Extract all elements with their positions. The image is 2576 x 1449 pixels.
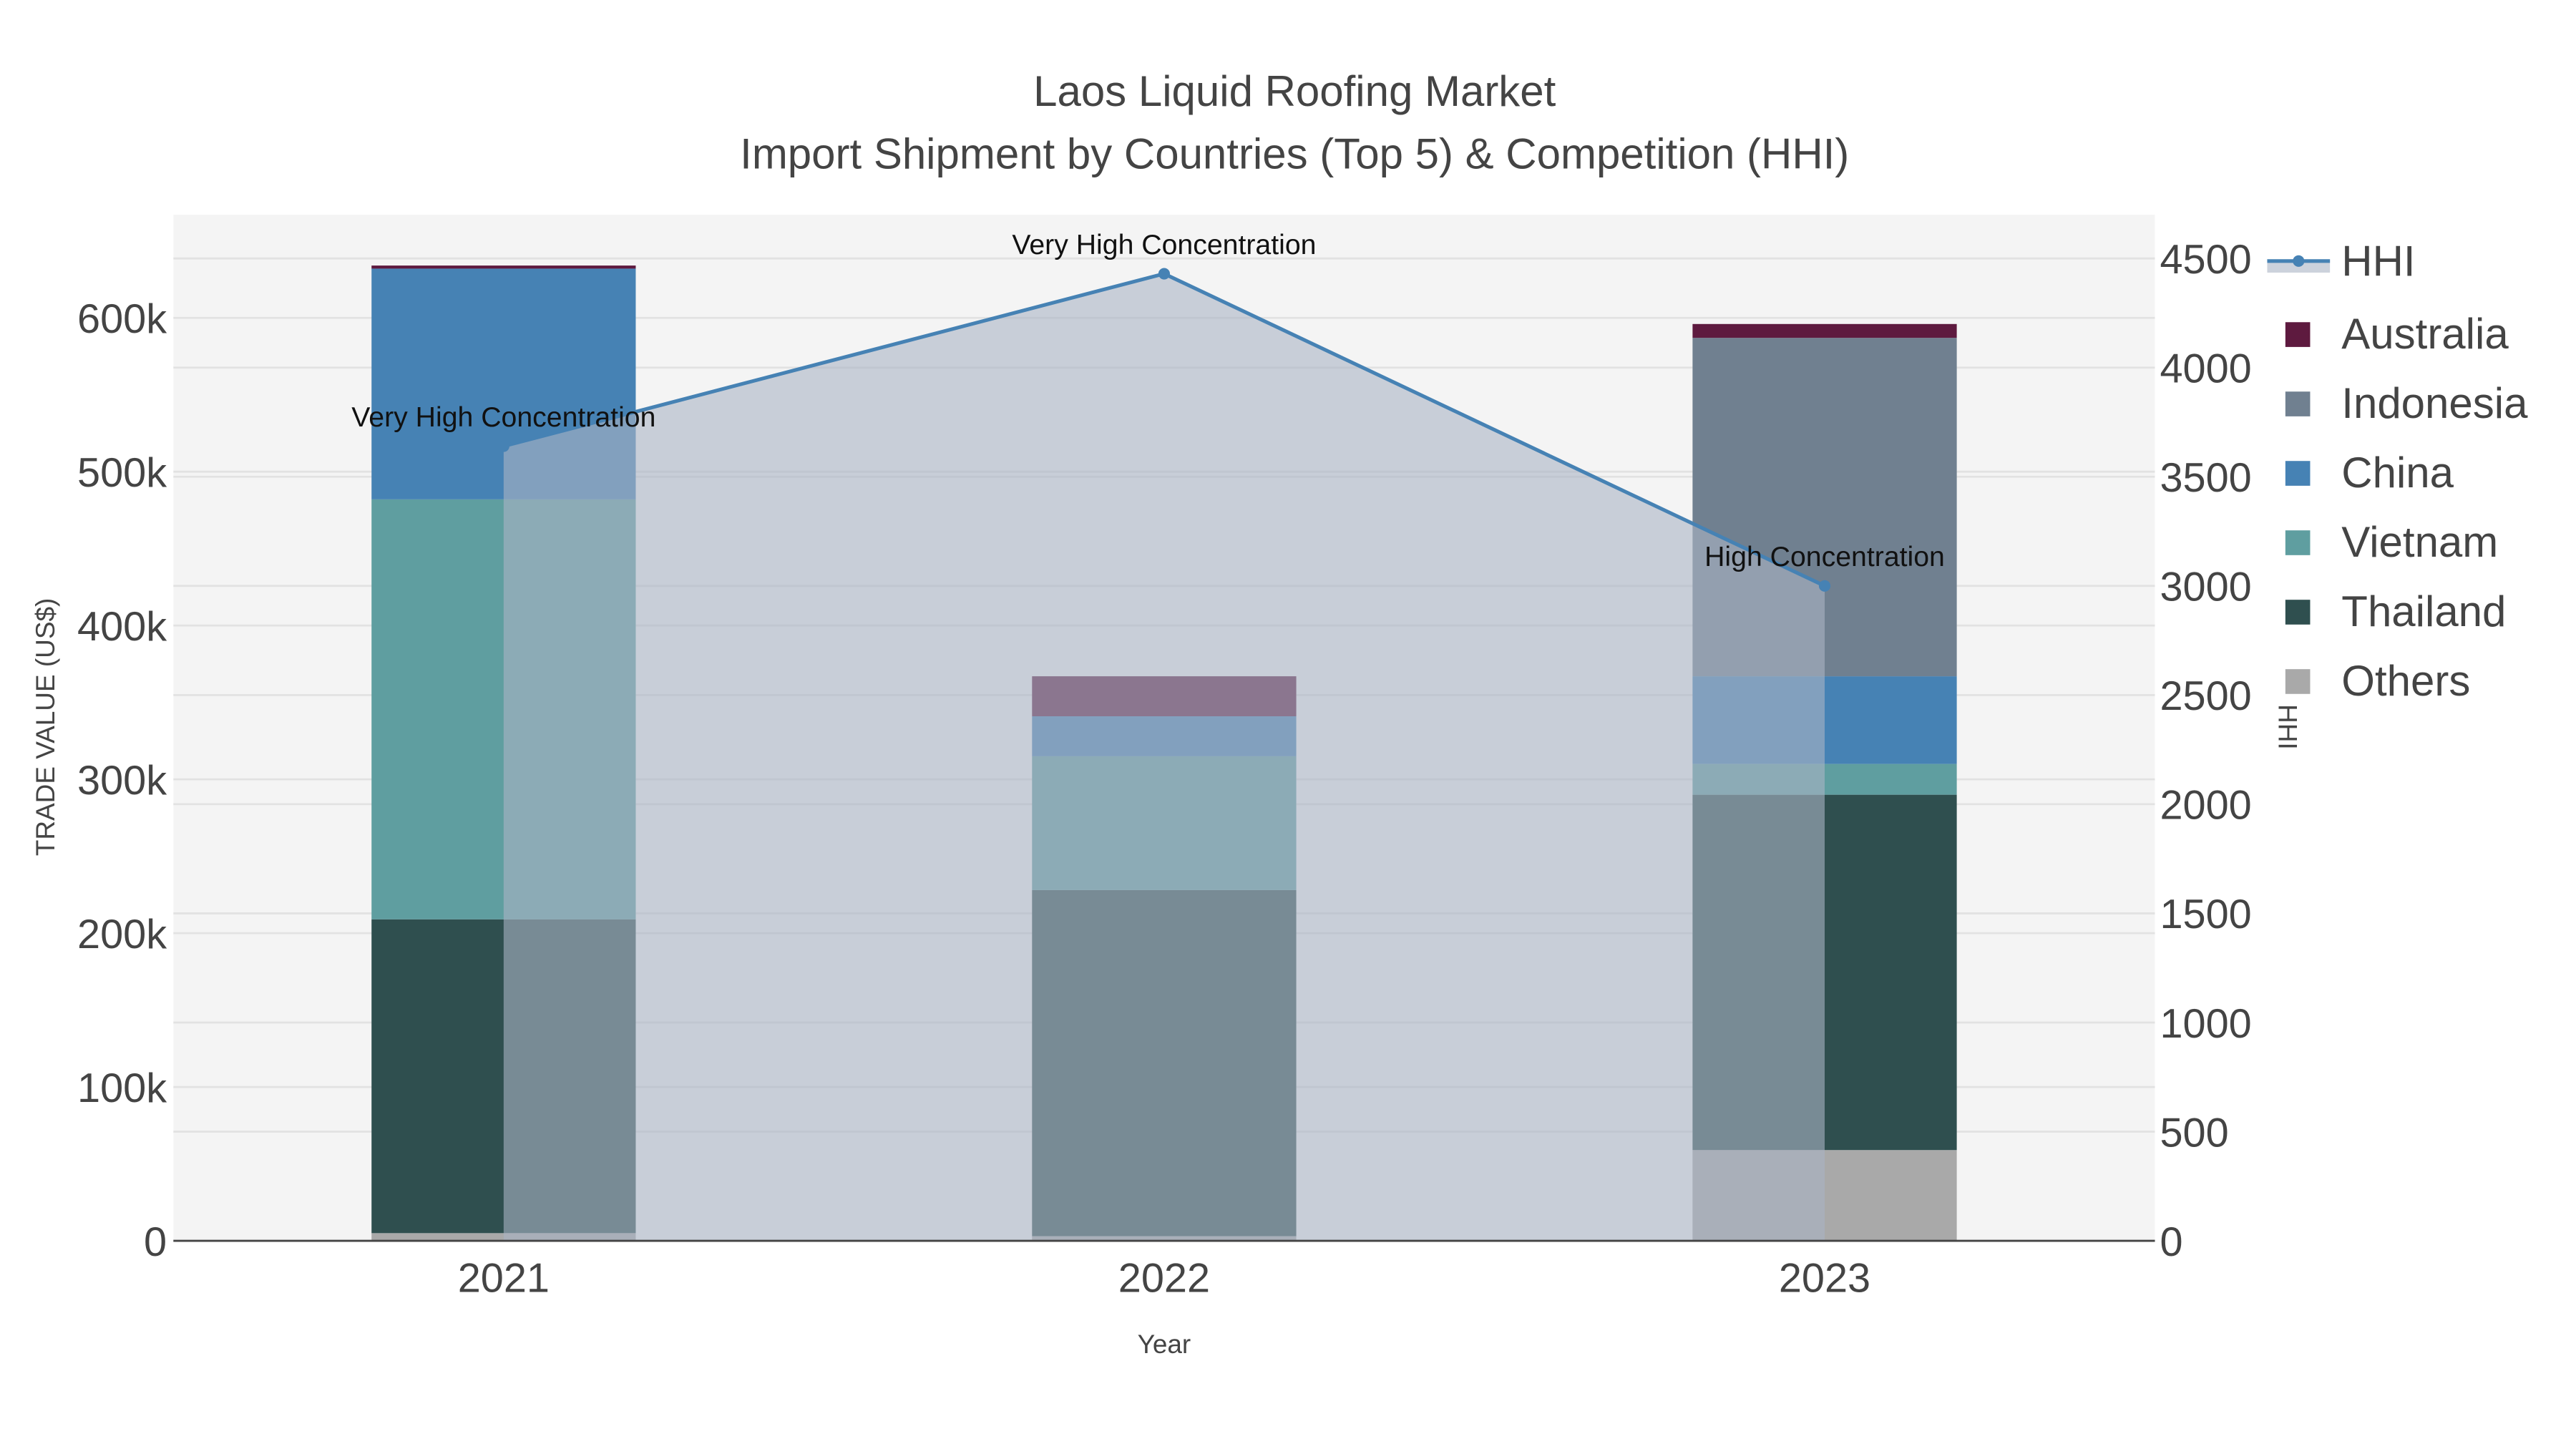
legend-swatch-indonesia xyxy=(2285,391,2311,416)
legend-label-hhi: HHI xyxy=(2341,238,2415,286)
x-tick-label: 2022 xyxy=(1118,1256,1210,1302)
y2-tick-label: 3000 xyxy=(2160,565,2251,610)
y-tick-label: 100k xyxy=(77,1065,167,1111)
y-tick-label: 400k xyxy=(77,604,167,650)
chart: Very High Concentration Very High Concent… xyxy=(31,67,2528,1359)
chart-title-line2: Import Shipment by Countries (Top 5) & C… xyxy=(740,130,1849,178)
legend-label-others: Others xyxy=(2341,657,2470,705)
legend: HHI Australia Indonesia China Vietnam Thailan… xyxy=(2267,238,2528,705)
hhi-point xyxy=(1818,580,1831,592)
y2-tick-label: 1000 xyxy=(2160,1001,2251,1047)
x-axis-title: Year xyxy=(1138,1330,1191,1359)
chart-title-line1: Laos Liquid Roofing Market xyxy=(1033,67,1556,115)
hhi-point xyxy=(497,440,509,452)
legend-swatch-others xyxy=(2285,669,2311,694)
bar-australia-2023 xyxy=(1692,323,1957,338)
legend-label-australia: Australia xyxy=(2341,310,2509,358)
y2-tick-label: 500 xyxy=(2160,1110,2228,1156)
y-tick-label: 500k xyxy=(77,450,167,496)
legend-label-thailand: Thailand xyxy=(2341,587,2506,635)
x-tick-label: 2021 xyxy=(458,1256,550,1302)
y2-tick-label: 1500 xyxy=(2160,892,2251,937)
legend-label-china: China xyxy=(2341,449,2454,497)
hhi-annotation: Very High Concentration xyxy=(351,401,655,433)
y2-tick-label: 3500 xyxy=(2160,455,2251,501)
y2-tick-label: 4500 xyxy=(2160,237,2251,283)
y2-tick-label: 2000 xyxy=(2160,783,2251,829)
y2-tick-label: 2500 xyxy=(2160,673,2251,719)
hhi-annotation: High Concentration xyxy=(1704,541,1945,572)
legend-swatch-vietnam xyxy=(2285,530,2311,555)
bar-australia-2021 xyxy=(371,265,636,269)
legend-swatch-australia xyxy=(2285,322,2311,347)
y2-axis-title: HHI xyxy=(2273,704,2303,750)
y-axis-title: TRADE VALUE (US$) xyxy=(31,598,60,857)
legend-swatch-china xyxy=(2285,461,2311,486)
y-tick-label: 0 xyxy=(144,1219,167,1265)
legend-label-vietnam: Vietnam xyxy=(2341,518,2498,566)
legend-swatch-thailand xyxy=(2285,600,2311,625)
legend-label-indonesia: Indonesia xyxy=(2341,379,2528,427)
y-tick-label: 200k xyxy=(77,912,167,957)
y2-tick-label: 4000 xyxy=(2160,346,2251,391)
hhi-annotation: Very High Concentration xyxy=(1012,229,1316,260)
y-tick-label: 600k xyxy=(77,296,167,342)
y2-tick-label: 0 xyxy=(2160,1219,2182,1265)
hhi-point xyxy=(1158,268,1170,280)
y-tick-label: 300k xyxy=(77,758,167,804)
x-tick-label: 2023 xyxy=(1779,1256,1870,1302)
legend-hhi-marker xyxy=(2293,255,2305,267)
